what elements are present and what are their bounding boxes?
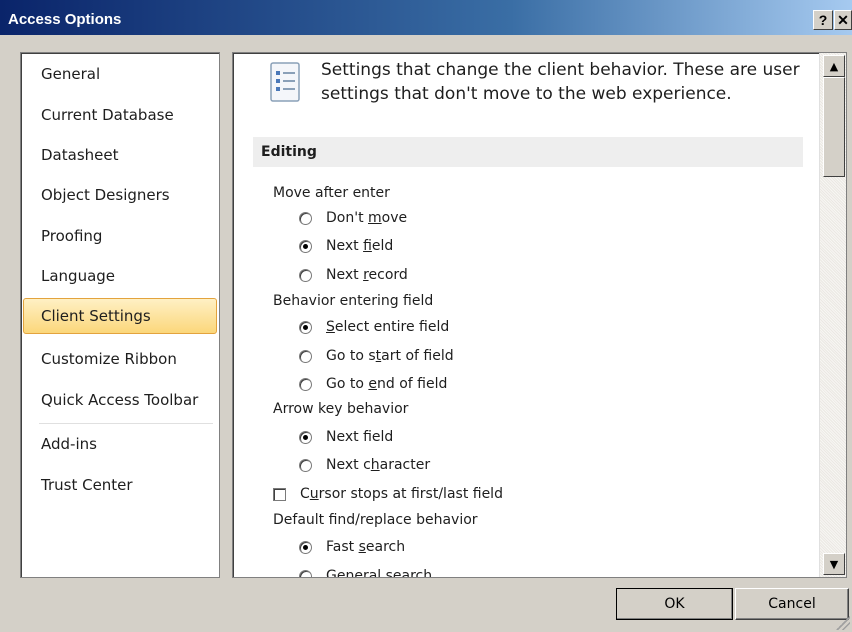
help-button[interactable]: ? (813, 10, 833, 30)
close-button[interactable]: ✕ (834, 10, 852, 30)
radio-next-character[interactable]: Next character (299, 455, 430, 475)
radio-general-search[interactable]: General search (299, 566, 433, 578)
nav-item-quick-access-toolbar[interactable]: Quick Access Toolbar (23, 382, 217, 418)
ok-button[interactable]: OK (616, 588, 733, 620)
intro-description: Settings that change the client behavior… (321, 60, 800, 104)
scroll-down-arrow-icon[interactable]: ▼ (823, 553, 845, 575)
radio-go-to-end[interactable]: Go to end of field (299, 374, 447, 394)
options-content: Settings that change the client behavior… (232, 52, 847, 578)
radio-fast-search[interactable]: Fast search (299, 537, 405, 557)
client-settings-icon (270, 62, 300, 102)
radio-circle[interactable] (299, 377, 312, 391)
nav-item-current-database[interactable]: Current Database (23, 97, 217, 133)
nav-item-customize-ribbon[interactable]: Customize Ribbon (23, 341, 217, 377)
section-header-editing: Editing (253, 137, 803, 167)
radio-label: Next character (326, 457, 431, 473)
radio-dont-move[interactable]: Don't move (299, 208, 407, 228)
radio-arrow-next-field[interactable]: Next field (299, 427, 393, 447)
dialog-title: Access Options (8, 11, 122, 28)
radio-label: Don't move (326, 210, 408, 226)
radio-label: Next record (326, 267, 408, 283)
cancel-button[interactable]: Cancel (735, 588, 849, 620)
radio-next-field[interactable]: Next field (299, 236, 393, 256)
radio-circle[interactable] (299, 268, 312, 282)
cursor-stops-checkbox-row[interactable]: Cursor stops at first/last field (273, 484, 503, 504)
radio-circle[interactable] (299, 320, 312, 334)
radio-label: Go to end of field (326, 376, 448, 392)
nav-item-language[interactable]: Language (23, 258, 217, 294)
radio-circle[interactable] (299, 458, 312, 472)
scroll-up-arrow-icon[interactable]: ▲ (823, 55, 845, 77)
nav-item-datasheet[interactable]: Datasheet (23, 137, 217, 173)
radio-circle[interactable] (299, 239, 312, 253)
radio-label: Next field (326, 238, 394, 254)
find-replace-behavior-label: Default find/replace behavior (273, 512, 478, 528)
title-bar: Access Options ? ✕ (0, 0, 852, 35)
radio-circle[interactable] (299, 349, 312, 363)
move-after-enter-label: Move after enter (273, 185, 390, 201)
options-nav: General Current Database Datasheet Objec… (20, 52, 220, 578)
radio-circle[interactable] (299, 211, 312, 225)
radio-go-to-start[interactable]: Go to start of field (299, 346, 454, 366)
checkbox-label: Cursor stops at first/last field (300, 486, 503, 502)
radio-label: General search (326, 568, 433, 578)
radio-circle[interactable] (299, 430, 312, 444)
behavior-entering-field-label: Behavior entering field (273, 293, 434, 309)
nav-item-proofing[interactable]: Proofing (23, 218, 217, 254)
radio-select-entire-field[interactable]: Select entire field (299, 317, 449, 337)
nav-item-client-settings[interactable]: Client Settings (23, 298, 217, 334)
resize-grip-icon[interactable] (836, 616, 850, 630)
nav-item-object-designers[interactable]: Object Designers (23, 177, 217, 213)
scroll-thumb[interactable] (823, 77, 845, 177)
radio-label: Fast search (326, 539, 406, 555)
nav-item-trust-center[interactable]: Trust Center (23, 467, 217, 503)
nav-item-add-ins[interactable]: Add-ins (23, 426, 217, 462)
radio-label: Select entire field (326, 319, 450, 335)
radio-next-record[interactable]: Next record (299, 265, 408, 285)
arrow-key-behavior-label: Arrow key behavior (273, 401, 409, 417)
nav-item-general[interactable]: General (23, 56, 217, 92)
radio-label: Next field (326, 429, 394, 445)
radio-circle[interactable] (299, 569, 312, 577)
access-options-dialog: Access Options ? ✕ General Current Datab… (0, 0, 852, 632)
nav-divider (39, 423, 213, 424)
vertical-scrollbar[interactable]: ▲ ▼ (819, 53, 846, 577)
radio-circle[interactable] (299, 540, 312, 554)
radio-label: Go to start of field (326, 348, 454, 364)
cursor-stops-checkbox[interactable] (273, 487, 286, 501)
